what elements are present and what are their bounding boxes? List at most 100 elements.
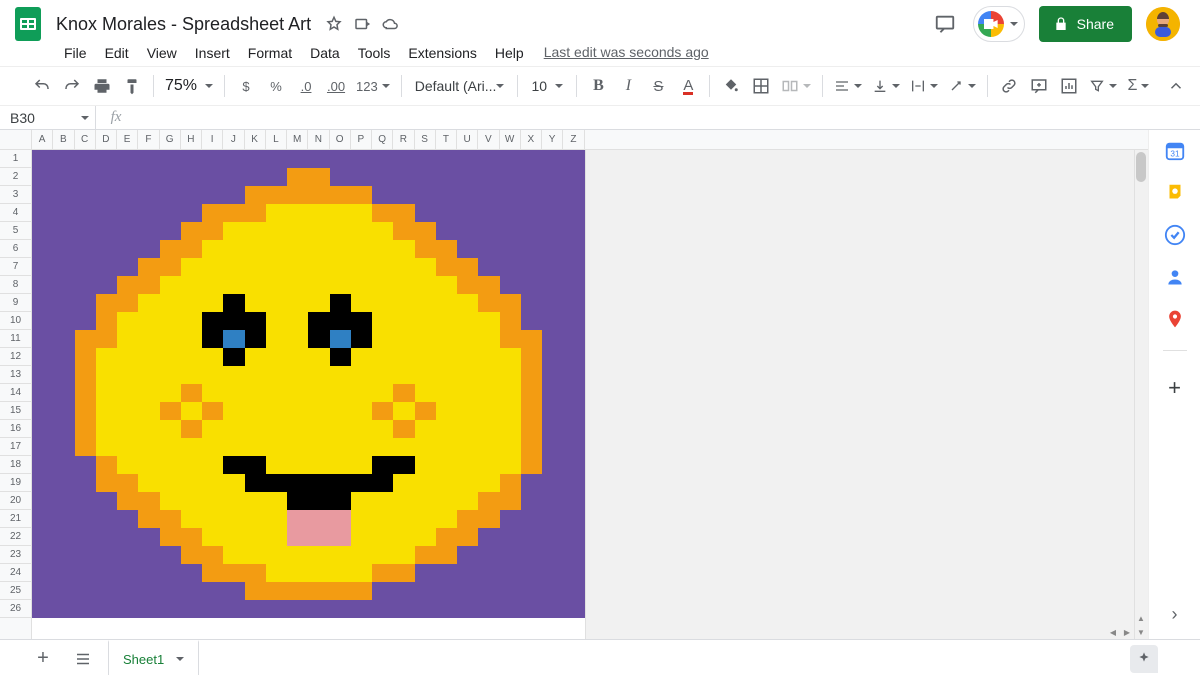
cell[interactable]: [223, 276, 244, 294]
cell[interactable]: [202, 348, 223, 366]
cell[interactable]: [32, 492, 53, 510]
cell[interactable]: [415, 492, 436, 510]
cell[interactable]: [393, 564, 414, 582]
cell[interactable]: [415, 456, 436, 474]
cell[interactable]: [563, 366, 584, 384]
cell[interactable]: [96, 402, 117, 420]
zoom-select[interactable]: 75%: [161, 77, 217, 95]
cell[interactable]: [542, 582, 563, 600]
cell[interactable]: [96, 546, 117, 564]
cell[interactable]: [53, 564, 74, 582]
cell[interactable]: [181, 168, 202, 186]
cell[interactable]: [521, 294, 542, 312]
row-header[interactable]: 4: [0, 204, 31, 222]
cell[interactable]: [181, 456, 202, 474]
cell[interactable]: [32, 222, 53, 240]
cell[interactable]: [202, 528, 223, 546]
cell[interactable]: [96, 222, 117, 240]
cell[interactable]: [563, 294, 584, 312]
row-header[interactable]: 12: [0, 348, 31, 366]
cell[interactable]: [266, 294, 287, 312]
cell[interactable]: [266, 204, 287, 222]
column-header[interactable]: N: [308, 130, 329, 149]
cell[interactable]: [542, 402, 563, 420]
cell[interactable]: [521, 528, 542, 546]
cell[interactable]: [330, 204, 351, 222]
cell[interactable]: [75, 240, 96, 258]
cell[interactable]: [245, 384, 266, 402]
cell[interactable]: [223, 402, 244, 420]
cell[interactable]: [563, 168, 584, 186]
cell[interactable]: [75, 528, 96, 546]
cell[interactable]: [393, 150, 414, 168]
cell[interactable]: [393, 510, 414, 528]
cell[interactable]: [436, 240, 457, 258]
cell[interactable]: [563, 456, 584, 474]
cell[interactable]: [542, 438, 563, 456]
sheets-logo[interactable]: [8, 4, 48, 44]
tasks-icon[interactable]: [1164, 224, 1186, 246]
cell[interactable]: [53, 258, 74, 276]
cell[interactable]: [330, 384, 351, 402]
cell[interactable]: [245, 492, 266, 510]
cell[interactable]: [160, 528, 181, 546]
cell[interactable]: [287, 222, 308, 240]
cell[interactable]: [32, 186, 53, 204]
last-edit-link[interactable]: Last edit was seconds ago: [544, 44, 709, 60]
cell[interactable]: [181, 222, 202, 240]
cell[interactable]: [563, 438, 584, 456]
cell[interactable]: [160, 402, 181, 420]
cell[interactable]: [436, 276, 457, 294]
menu-help[interactable]: Help: [487, 41, 532, 65]
cell[interactable]: [32, 420, 53, 438]
cell[interactable]: [308, 312, 329, 330]
cell[interactable]: [351, 348, 372, 366]
cell[interactable]: [138, 546, 159, 564]
filter-button[interactable]: [1085, 72, 1121, 100]
cloud-status-icon[interactable]: [381, 15, 399, 33]
row-header[interactable]: 22: [0, 528, 31, 546]
cell[interactable]: [245, 294, 266, 312]
cell[interactable]: [245, 204, 266, 222]
menu-extensions[interactable]: Extensions: [400, 41, 484, 65]
cell[interactable]: [415, 510, 436, 528]
cell[interactable]: [266, 348, 287, 366]
cell[interactable]: [372, 312, 393, 330]
cell[interactable]: [478, 186, 499, 204]
cell[interactable]: [542, 222, 563, 240]
column-header[interactable]: M: [287, 130, 308, 149]
horizontal-align-button[interactable]: [830, 72, 866, 100]
cell[interactable]: [521, 186, 542, 204]
cell[interactable]: [96, 510, 117, 528]
cell[interactable]: [117, 204, 138, 222]
cell[interactable]: [181, 438, 202, 456]
cell[interactable]: [117, 456, 138, 474]
cell[interactable]: [266, 600, 287, 618]
cell[interactable]: [160, 384, 181, 402]
cell[interactable]: [393, 294, 414, 312]
cell[interactable]: [478, 312, 499, 330]
cell[interactable]: [351, 510, 372, 528]
cell[interactable]: [457, 312, 478, 330]
cell[interactable]: [138, 330, 159, 348]
cell[interactable]: [96, 150, 117, 168]
cell[interactable]: [117, 258, 138, 276]
cell[interactable]: [478, 330, 499, 348]
row-header[interactable]: 6: [0, 240, 31, 258]
cell[interactable]: [223, 528, 244, 546]
cell[interactable]: [521, 582, 542, 600]
formula-input[interactable]: [136, 106, 1200, 129]
cell[interactable]: [351, 312, 372, 330]
menu-data[interactable]: Data: [302, 41, 348, 65]
percent-button[interactable]: %: [262, 72, 290, 100]
cell[interactable]: [478, 582, 499, 600]
cell[interactable]: [32, 438, 53, 456]
cell[interactable]: [181, 384, 202, 402]
cell[interactable]: [542, 456, 563, 474]
cell[interactable]: [330, 348, 351, 366]
cell[interactable]: [181, 258, 202, 276]
cell[interactable]: [96, 204, 117, 222]
cell[interactable]: [457, 204, 478, 222]
cell[interactable]: [32, 330, 53, 348]
cell[interactable]: [478, 276, 499, 294]
